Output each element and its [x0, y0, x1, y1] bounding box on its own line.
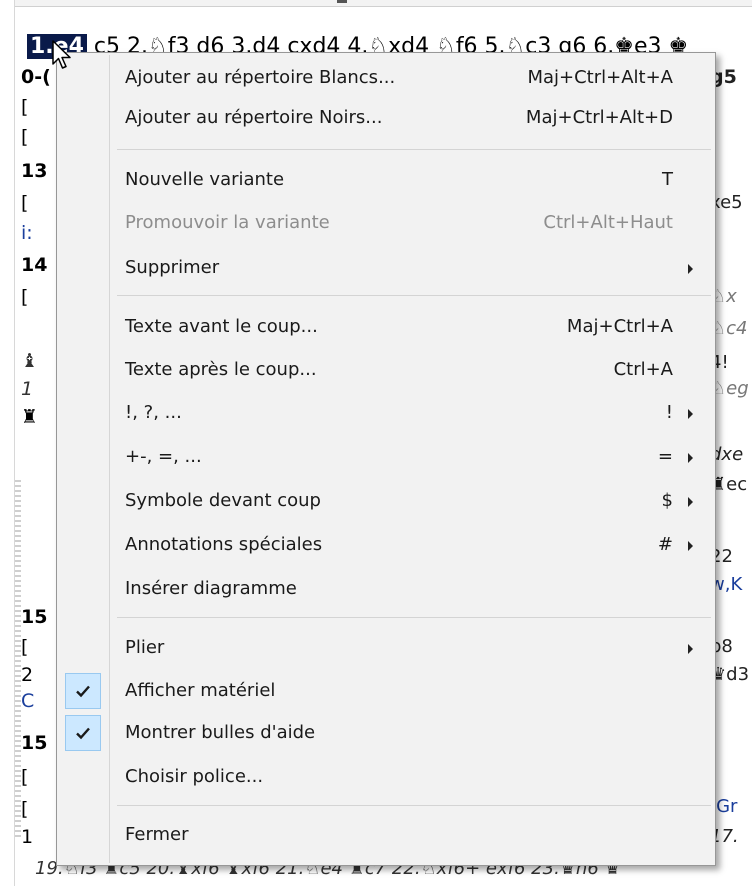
menu-item-label: Texte avant le coup... — [125, 316, 318, 337]
menu-item-label: Texte après le coup... — [125, 359, 317, 380]
checkmark-icon — [76, 727, 90, 740]
menu-item-add-white-repertoire[interactable]: Ajouter au répertoire Blancs... Maj+Ctrl… — [57, 58, 715, 98]
notation-fragment: [ — [21, 636, 29, 658]
menu-item-shortcut: Maj+Ctrl+Alt+D — [525, 107, 673, 128]
notation-fragment: [ — [21, 766, 29, 788]
menu-item-special-annotations[interactable]: Annotations spéciales # — [57, 525, 715, 565]
checked-indicator — [65, 673, 101, 709]
menu-item-label: Ajouter au répertoire Noirs... — [125, 107, 383, 128]
notation-fragment: i: — [21, 222, 33, 244]
notation-fragment: 1 — [21, 378, 34, 400]
menu-item-shortcut: # — [657, 534, 673, 555]
notation-fragment: 14 — [21, 254, 48, 276]
menu-item-label: Supprimer — [125, 257, 220, 278]
chevron-right-icon — [688, 644, 693, 654]
menu-separator — [117, 617, 711, 618]
context-menu: Ajouter au répertoire Blancs... Maj+Ctrl… — [56, 52, 716, 866]
menu-item-shortcut: Ctrl+Alt+Haut — [543, 212, 673, 233]
menu-item-label: +-, =, ... — [125, 446, 202, 467]
menu-item-new-variation[interactable]: Nouvelle variante T — [57, 160, 715, 200]
menu-separator — [117, 295, 711, 296]
notation-fragment: [ — [21, 96, 29, 118]
menu-item-shortcut: $ — [661, 490, 673, 511]
menu-item-label: Choisir police... — [125, 766, 264, 787]
notation-fragment: 0-( — [21, 66, 51, 88]
menu-item-symbol-before-move[interactable]: Symbole devant coup $ — [57, 481, 715, 521]
checkmark-icon — [76, 685, 90, 698]
menu-item-label: Promouvoir la variante — [125, 212, 330, 233]
pane-top-marker — [337, 0, 347, 3]
notation-fragment: C — [21, 690, 35, 712]
notation-fragment: ♜ — [21, 406, 39, 428]
menu-item-label: Annotations spéciales — [125, 534, 323, 555]
chevron-right-icon — [688, 264, 693, 274]
menu-item-shortcut: Maj+Ctrl+A — [566, 316, 673, 337]
menu-item-label: Fermer — [125, 824, 189, 845]
menu-item-position-evaluations[interactable]: +-, =, ... = — [57, 437, 715, 477]
menu-item-promote-variation: Promouvoir la variante Ctrl+Alt+Haut — [57, 203, 715, 243]
checked-indicator — [65, 715, 101, 751]
menu-item-shortcut: T — [662, 169, 673, 190]
menu-item-label: Montrer bulles d'aide — [125, 722, 316, 743]
menu-item-text-before-move[interactable]: Texte avant le coup... Maj+Ctrl+A — [57, 307, 715, 347]
pane-top-border — [15, 0, 752, 7]
menu-item-insert-diagram[interactable]: Insérer diagramme — [57, 569, 715, 609]
menu-item-show-material[interactable]: Afficher matériel — [57, 671, 715, 711]
menu-item-label: Insérer diagramme — [125, 578, 297, 599]
menu-item-choose-font[interactable]: Choisir police... — [57, 757, 715, 797]
chevron-right-icon — [688, 453, 693, 463]
menu-item-label: Plier — [125, 637, 165, 658]
notation-fragment: [ — [21, 192, 29, 214]
notation-fragment: 15 — [21, 606, 48, 628]
notation-fragment: 1 — [21, 826, 34, 848]
menu-item-text-after-move[interactable]: Texte après le coup... Ctrl+A — [57, 350, 715, 390]
menu-item-label: Ajouter au répertoire Blancs... — [125, 67, 396, 88]
menu-item-shortcut: Ctrl+A — [613, 359, 673, 380]
menu-item-close[interactable]: Fermer — [57, 815, 715, 855]
menu-item-move-annotations[interactable]: !, ?, ... ! — [57, 393, 715, 433]
mouse-pointer-icon — [52, 40, 71, 69]
menu-item-shortcut: = — [657, 446, 673, 467]
notation-fragment: 13 — [21, 160, 48, 182]
notation-fragment: 2 — [21, 664, 34, 686]
chevron-right-icon — [688, 497, 693, 507]
chevron-right-icon — [688, 541, 693, 551]
menu-item-label: Symbole devant coup — [125, 490, 321, 511]
notation-fragment: [ — [21, 126, 29, 148]
notation-fragment: 15 — [21, 732, 48, 754]
notation-fragment: [ — [21, 798, 29, 820]
menu-item-delete[interactable]: Supprimer — [57, 248, 715, 288]
menu-item-show-tooltips[interactable]: Montrer bulles d'aide — [57, 713, 715, 753]
menu-separator — [117, 149, 711, 150]
notation-fragment: ♝ — [21, 350, 39, 372]
menu-item-label: Afficher matériel — [125, 680, 276, 701]
notation-fragment: [ — [21, 286, 29, 308]
chevron-right-icon — [688, 409, 693, 419]
menu-item-fold[interactable]: Plier — [57, 628, 715, 668]
menu-separator — [117, 805, 711, 806]
menu-item-label: !, ?, ... — [125, 402, 182, 423]
menu-item-shortcut: Maj+Ctrl+Alt+A — [527, 67, 673, 88]
menu-item-shortcut: ! — [665, 402, 673, 423]
menu-item-label: Nouvelle variante — [125, 169, 285, 190]
menu-item-add-black-repertoire[interactable]: Ajouter au répertoire Noirs... Maj+Ctrl+… — [57, 98, 715, 138]
